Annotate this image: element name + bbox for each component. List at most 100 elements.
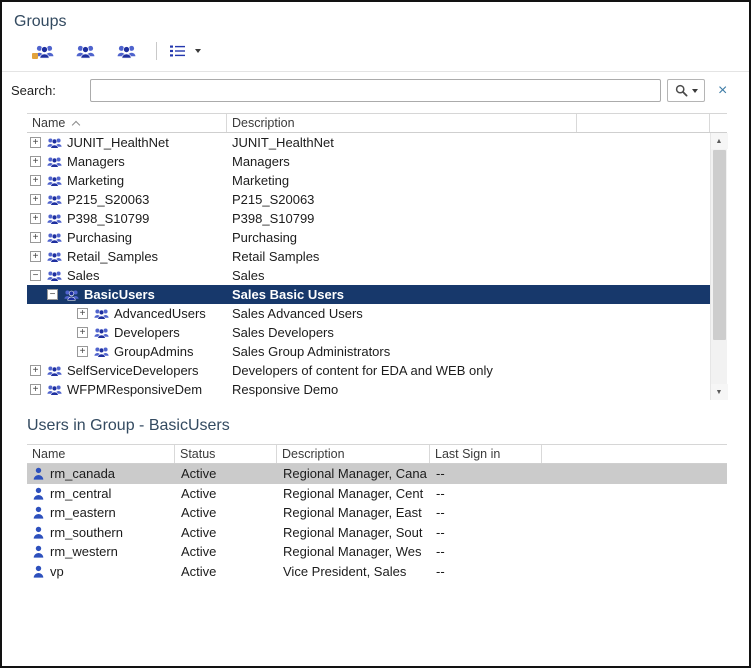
group-name: WFPMResponsiveDem: [67, 382, 202, 397]
group-users-icon: [117, 44, 136, 59]
page-title: Groups: [2, 2, 749, 31]
expand-icon[interactable]: +: [30, 251, 41, 262]
user-description: Regional Manager, Cana: [277, 466, 430, 481]
group-users-button[interactable]: [114, 42, 144, 61]
column-header-name-label: Name: [32, 116, 65, 130]
expand-icon[interactable]: +: [30, 365, 41, 376]
group-icon: [47, 270, 62, 282]
users-column-header-empty: [542, 445, 727, 463]
users-column-header-description[interactable]: Description: [277, 445, 430, 463]
group-name: Marketing: [67, 173, 124, 188]
toolbar: [32, 36, 749, 66]
group-icon: [47, 156, 62, 168]
search-input[interactable]: [90, 79, 661, 102]
column-header-description[interactable]: Description: [227, 114, 577, 132]
tree-row[interactable]: −BasicUsersSales Basic Users: [27, 285, 710, 304]
search-icon: [675, 84, 688, 97]
user-row[interactable]: rm_southernActiveRegional Manager, Sout-…: [27, 523, 727, 543]
tree-row-name-cell: + Marketing: [27, 173, 227, 188]
scroll-up-icon[interactable]: ▲: [711, 133, 728, 149]
collapse-icon[interactable]: −: [30, 270, 41, 281]
expand-icon[interactable]: +: [30, 232, 41, 243]
groups-window: Groups Search: × Name: [0, 0, 751, 668]
clear-search-button[interactable]: ×: [714, 83, 731, 99]
user-last-sign-in: --: [430, 544, 542, 559]
tree-row[interactable]: +GroupAdminsSales Group Administrators: [27, 342, 710, 361]
group-name: BasicUsers: [84, 287, 155, 302]
group-icon: [47, 232, 62, 244]
tree-row[interactable]: +Retail_SamplesRetail Samples: [27, 247, 710, 266]
collapse-icon[interactable]: −: [47, 289, 58, 300]
users-column-header-last-sign-in[interactable]: Last Sign in: [430, 445, 542, 463]
column-header-scroll-stub: [710, 114, 727, 132]
expand-icon[interactable]: +: [30, 384, 41, 395]
user-description: Regional Manager, East: [277, 505, 430, 520]
user-row[interactable]: rm_centralActiveRegional Manager, Cent--: [27, 484, 727, 504]
user-last-sign-in: --: [430, 564, 542, 579]
add-group-button[interactable]: [32, 42, 62, 61]
tree-row[interactable]: +SelfServiceDevelopersDevelopers of cont…: [27, 361, 710, 380]
column-header-empty: [577, 114, 710, 132]
tree-row-name-cell: +GroupAdmins: [27, 344, 227, 359]
user-last-sign-in: --: [430, 466, 542, 481]
tree-row[interactable]: + MarketingMarketing: [27, 171, 710, 190]
user-row[interactable]: rm_easternActiveRegional Manager, East--: [27, 503, 727, 523]
group-description: Managers: [227, 154, 710, 169]
column-header-name[interactable]: Name: [27, 114, 227, 132]
edit-group-button[interactable]: [73, 42, 103, 61]
user-row[interactable]: rm_westernActiveRegional Manager, Wes--: [27, 542, 727, 562]
users-column-header-status[interactable]: Status: [175, 445, 277, 463]
users-column-header-name[interactable]: Name: [27, 445, 175, 463]
list-view-icon: [170, 45, 186, 57]
user-last-sign-in: --: [430, 525, 542, 540]
group-description: Responsive Demo: [227, 382, 710, 397]
tree-row[interactable]: +P215_S20063P215_S20063: [27, 190, 710, 209]
group-description: Developers of content for EDA and WEB on…: [227, 363, 710, 378]
group-icon: [47, 175, 62, 187]
users-panel-title: Users in Group - BasicUsers: [27, 417, 749, 435]
group-icon: [47, 137, 62, 149]
group-icon: [64, 289, 79, 301]
tree-scrollbar[interactable]: ▲ ▼: [710, 133, 727, 400]
tree-row[interactable]: +P398_S10799P398_S10799: [27, 209, 710, 228]
user-name: rm_central: [50, 486, 111, 501]
search-label: Search:: [11, 83, 90, 98]
tree-row[interactable]: +DevelopersSales Developers: [27, 323, 710, 342]
user-description: Regional Manager, Sout: [277, 525, 430, 540]
expand-icon[interactable]: +: [77, 308, 88, 319]
user-description: Vice President, Sales: [277, 564, 430, 579]
expand-icon[interactable]: +: [30, 137, 41, 148]
tree-row[interactable]: + WFPMResponsiveDem Responsive Demo: [27, 380, 710, 399]
user-status: Active: [175, 544, 277, 559]
tree-row-name-cell: −Sales: [27, 268, 227, 283]
scroll-down-icon[interactable]: ▼: [711, 384, 728, 400]
user-icon: [33, 506, 44, 519]
expand-icon[interactable]: +: [77, 346, 88, 357]
user-row[interactable]: vpActiveVice President, Sales--: [27, 562, 727, 582]
expand-icon[interactable]: +: [30, 213, 41, 224]
user-row[interactable]: rm_canadaActiveRegional Manager, Cana--: [27, 464, 727, 484]
user-row-name-cell: rm_central: [27, 486, 175, 501]
users-column-header-description-label: Description: [282, 447, 345, 461]
group-name: Purchasing: [67, 230, 132, 245]
expand-icon[interactable]: +: [30, 175, 41, 186]
group-icon: [94, 346, 109, 358]
tree-row[interactable]: +JUNIT_HealthNetJUNIT_HealthNet: [27, 133, 710, 152]
user-icon: [33, 467, 44, 480]
view-menu-button[interactable]: [167, 43, 204, 59]
tree-row[interactable]: +PurchasingPurchasing: [27, 228, 710, 247]
scrollbar-thumb[interactable]: [713, 150, 726, 340]
expand-icon[interactable]: +: [30, 194, 41, 205]
tree-row[interactable]: +AdvancedUsersSales Advanced Users: [27, 304, 710, 323]
expand-icon[interactable]: +: [30, 156, 41, 167]
groups-tree: Name Description +JUNIT_HealthNetJUNIT_H…: [27, 113, 727, 400]
group-description: Sales Advanced Users: [227, 306, 710, 321]
user-row-name-cell: rm_eastern: [27, 505, 175, 520]
tree-row[interactable]: +ManagersManagers: [27, 152, 710, 171]
tree-row[interactable]: −SalesSales: [27, 266, 710, 285]
expand-icon[interactable]: +: [77, 327, 88, 338]
search-button[interactable]: [667, 79, 705, 102]
user-name: rm_eastern: [50, 505, 116, 520]
group-icon: [47, 365, 62, 377]
user-icon: [33, 526, 44, 539]
